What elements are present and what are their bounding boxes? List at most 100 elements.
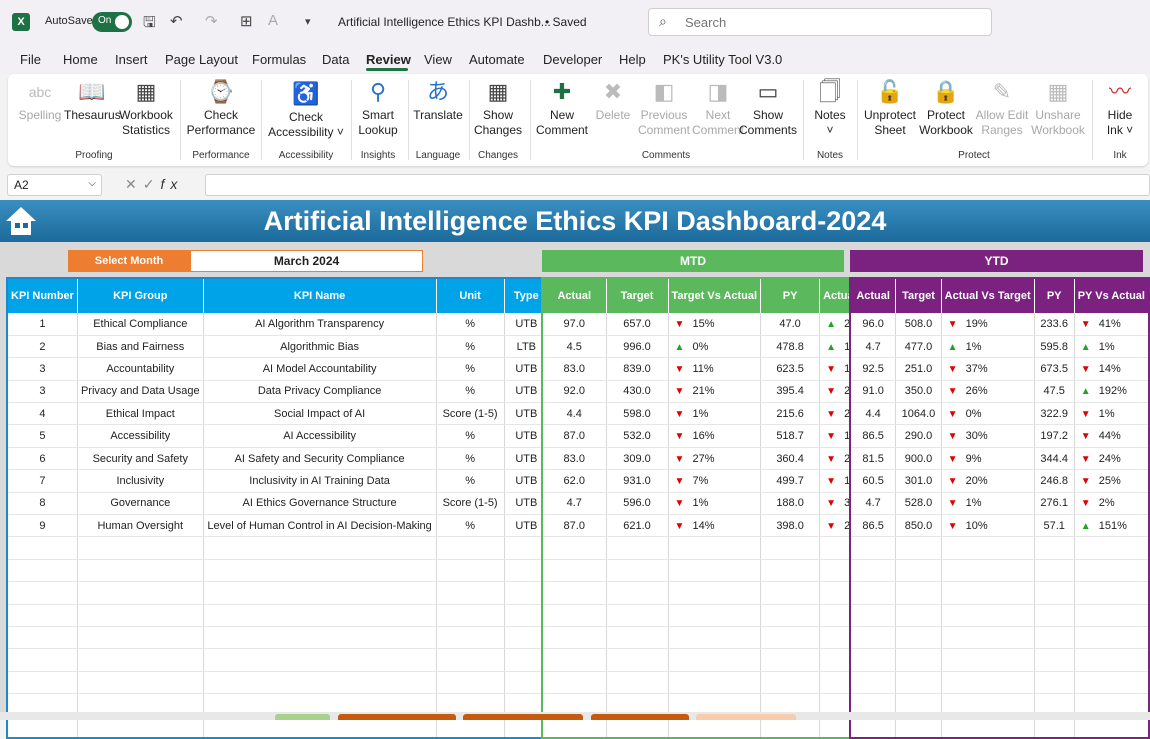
check-accessibility-button[interactable]: ♿ Check Accessibility ˅: [266, 80, 346, 140]
table-cell[interactable]: [941, 604, 1035, 627]
table-cell[interactable]: 83.0: [542, 357, 607, 381]
table-cell[interactable]: ▼ 9%: [941, 447, 1035, 471]
table-cell[interactable]: 91.0: [850, 380, 897, 404]
table-cell[interactable]: [941, 626, 1035, 650]
table-cell[interactable]: 596.0: [606, 492, 669, 516]
table-cell[interactable]: [77, 581, 204, 605]
table-cell[interactable]: 1064.0: [895, 402, 942, 426]
table-cell[interactable]: 4.7: [850, 335, 897, 359]
borders-icon[interactable]: ⊞: [240, 12, 253, 30]
spelling-button[interactable]: abc Spelling: [18, 78, 62, 123]
table-cell[interactable]: [203, 671, 437, 695]
table-cell[interactable]: [606, 536, 669, 560]
table-cell[interactable]: 233.6: [1034, 313, 1075, 336]
table-cell[interactable]: 83.0: [542, 447, 607, 471]
table-cell[interactable]: [668, 536, 762, 560]
table-cell[interactable]: 86.5: [850, 424, 897, 448]
table-cell[interactable]: ▼ 20%: [941, 469, 1035, 493]
table-cell[interactable]: 850.0: [895, 514, 942, 538]
table-cell[interactable]: [7, 581, 78, 605]
table-cell[interactable]: %: [436, 447, 505, 471]
table-cell[interactable]: %: [436, 514, 505, 538]
table-cell[interactable]: ▼ 15%: [668, 313, 762, 336]
table-cell[interactable]: [760, 648, 821, 672]
table-cell[interactable]: 188.0: [760, 492, 821, 516]
table-cell[interactable]: [850, 604, 897, 627]
smart-lookup-button[interactable]: ⚲ Smart Lookup: [354, 78, 402, 138]
table-cell[interactable]: 2: [7, 335, 78, 359]
table-cell[interactable]: %: [436, 424, 505, 448]
table-cell[interactable]: 532.0: [606, 424, 669, 448]
table-cell[interactable]: %: [436, 313, 505, 336]
table-cell[interactable]: Ethical Impact: [77, 402, 204, 426]
table-cell[interactable]: [1074, 604, 1150, 627]
table-cell[interactable]: ▼ 1%: [668, 402, 762, 426]
allow-edit-ranges-button[interactable]: ✎ Allow Edit Ranges: [974, 78, 1030, 138]
table-cell[interactable]: %: [436, 335, 505, 359]
table-cell[interactable]: ▼ 1%: [941, 492, 1035, 516]
table-cell[interactable]: ▼ 7%: [668, 469, 762, 493]
table-cell[interactable]: 92.5: [850, 357, 897, 381]
table-cell[interactable]: 518.7: [760, 424, 821, 448]
table-cell[interactable]: [77, 536, 204, 560]
table-cell[interactable]: Algorithmic Bias: [203, 335, 437, 359]
table-cell[interactable]: 96.0: [850, 313, 897, 336]
table-cell[interactable]: 290.0: [895, 424, 942, 448]
sheet-tab[interactable]: [463, 714, 583, 720]
new-comment-button[interactable]: ✚ New Comment: [534, 78, 590, 138]
saved-status[interactable]: • Saved: [545, 15, 587, 29]
tab-home[interactable]: Home: [63, 52, 98, 67]
table-cell[interactable]: 86.5: [850, 514, 897, 538]
table-cell[interactable]: %: [436, 380, 505, 404]
table-cell[interactable]: ▼ 19%: [941, 313, 1035, 336]
table-cell[interactable]: [7, 604, 78, 627]
table-cell[interactable]: [203, 626, 437, 650]
sheet-tab[interactable]: [275, 714, 330, 720]
table-cell[interactable]: ▼ 24%: [1074, 447, 1150, 471]
table-cell[interactable]: 3: [7, 357, 78, 381]
table-cell[interactable]: [760, 626, 821, 650]
table-cell[interactable]: [436, 648, 505, 672]
table-cell[interactable]: 5: [7, 424, 78, 448]
table-cell[interactable]: 657.0: [606, 313, 669, 336]
table-cell[interactable]: [895, 581, 942, 605]
table-cell[interactable]: ▼ 21%: [668, 380, 762, 404]
table-cell[interactable]: ▲ 151%: [1074, 514, 1150, 538]
table-cell[interactable]: ▼ 16%: [668, 424, 762, 448]
redo-icon[interactable]: ↷: [205, 12, 218, 30]
table-cell[interactable]: [7, 559, 78, 583]
table-cell[interactable]: [760, 581, 821, 605]
table-cell[interactable]: AI Safety and Security Compliance: [203, 447, 437, 471]
table-cell[interactable]: [77, 604, 204, 627]
customize-toolbar-icon[interactable]: ▾: [305, 15, 311, 28]
table-cell[interactable]: [1074, 648, 1150, 672]
table-cell[interactable]: [77, 559, 204, 583]
table-cell[interactable]: ▼ 44%: [1074, 424, 1150, 448]
tab-data[interactable]: Data: [322, 52, 349, 67]
table-cell[interactable]: 623.5: [760, 357, 821, 381]
table-cell[interactable]: [203, 604, 437, 627]
table-cell[interactable]: [7, 671, 78, 695]
table-cell[interactable]: Data Privacy Compliance: [203, 380, 437, 404]
formula-input[interactable]: [205, 174, 1150, 196]
table-cell[interactable]: [895, 648, 942, 672]
table-cell[interactable]: ▼ 27%: [668, 447, 762, 471]
search-input[interactable]: [685, 13, 975, 31]
table-cell[interactable]: [436, 581, 505, 605]
table-cell[interactable]: Score (1-5): [436, 492, 505, 516]
table-cell[interactable]: ▲ 0%: [668, 335, 762, 359]
table-cell[interactable]: [895, 671, 942, 695]
table-cell[interactable]: 350.0: [895, 380, 942, 404]
table-cell[interactable]: [77, 626, 204, 650]
table-cell[interactable]: Security and Safety: [77, 447, 204, 471]
table-cell[interactable]: Level of Human Control in AI Decision-Ma…: [203, 514, 437, 538]
next-comment-button[interactable]: ◨ Next Comment: [692, 78, 744, 138]
table-cell[interactable]: Governance: [77, 492, 204, 516]
tab-page-layout[interactable]: Page Layout: [165, 52, 238, 67]
table-cell[interactable]: ▼ 10%: [941, 514, 1035, 538]
table-cell[interactable]: 931.0: [606, 469, 669, 493]
table-cell[interactable]: [436, 671, 505, 695]
table-cell[interactable]: [542, 559, 607, 583]
table-cell[interactable]: 398.0: [760, 514, 821, 538]
table-cell[interactable]: [668, 581, 762, 605]
